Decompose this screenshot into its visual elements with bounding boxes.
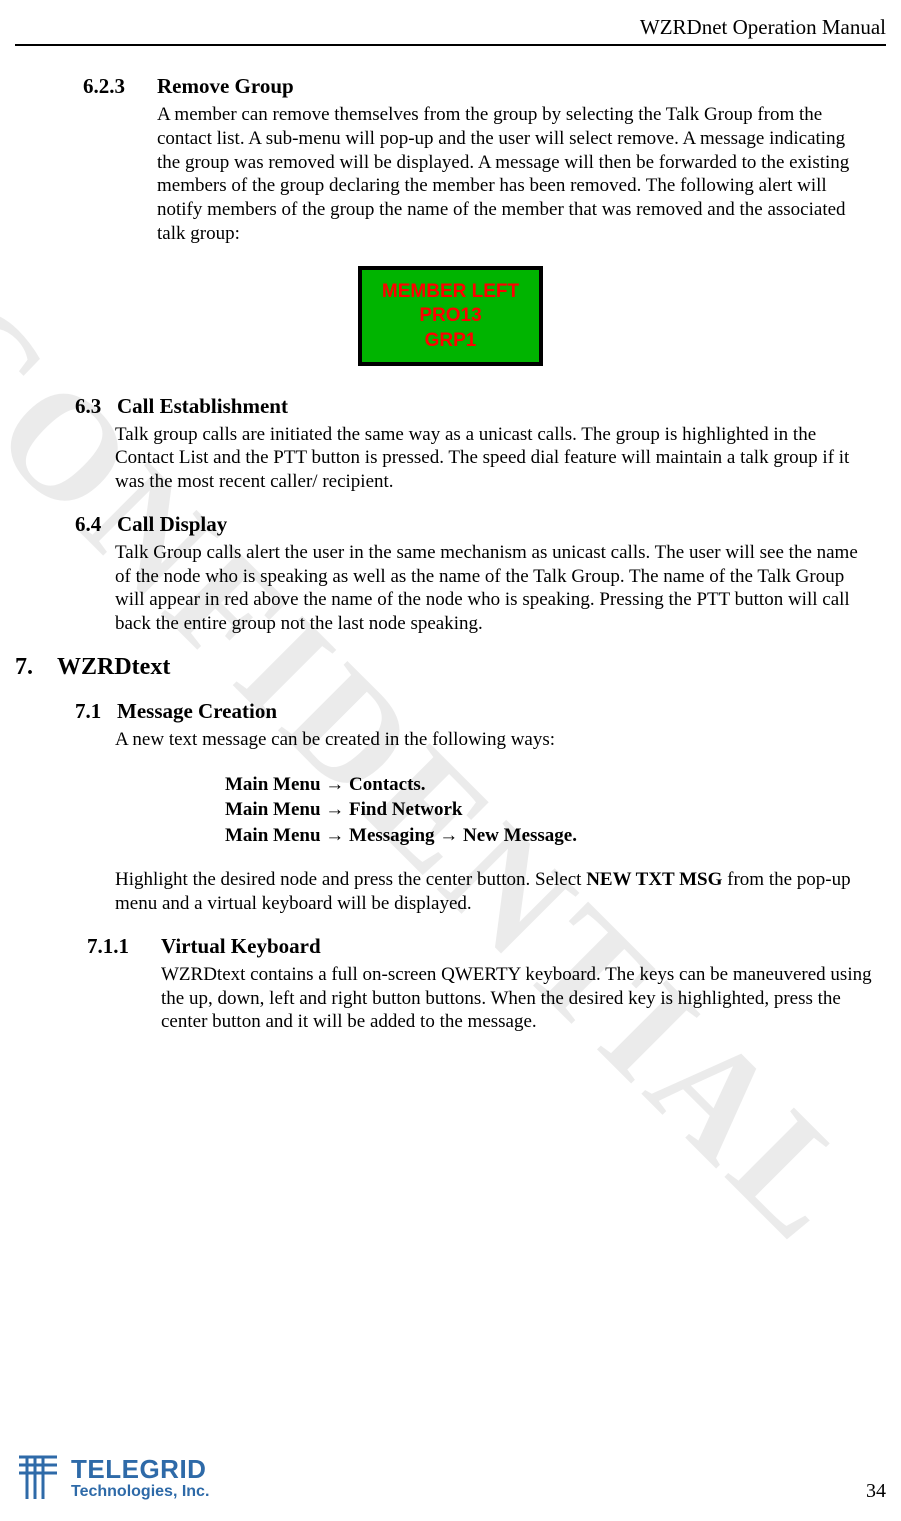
footer: TELEGRID Technologies, Inc. 34 (15, 1451, 886, 1503)
alert-wrapper: MEMBER LEFT PRO13 GRP1 (15, 266, 886, 366)
section-number: 7.1 (75, 699, 117, 724)
menu-paths: Main Menu → Contacts. Main Menu → Find N… (225, 772, 886, 849)
body-6-2-3: A member can remove themselves from the … (157, 103, 871, 246)
content-body: 6.2.3Remove Group A member can remove th… (15, 74, 886, 1034)
menu-path-2: Main Menu → Find Network (225, 797, 886, 823)
body-7-1-1: WZRDtext contains a full on-screen QWERT… (161, 963, 876, 1034)
heading-6-4: 6.4Call Display (75, 512, 886, 537)
body-7-1-a: Highlight the desired node and press the… (115, 869, 586, 890)
telegrid-logo-icon (15, 1451, 61, 1503)
alert-line-1: MEMBER LEFT (382, 280, 519, 305)
logo-text: TELEGRID Technologies, Inc. (71, 1454, 209, 1501)
body-7-1-intro: A new text message can be created in the… (115, 728, 876, 752)
section-number: 7.1.1 (87, 934, 161, 959)
menu-path-1: Main Menu → Contacts. (225, 772, 886, 798)
section-number: 7. (15, 654, 57, 681)
logo-text-top: TELEGRID (71, 1454, 209, 1485)
body-6-4: Talk Group calls alert the user in the s… (115, 541, 876, 636)
logo: TELEGRID Technologies, Inc. (15, 1451, 209, 1503)
section-title: Message Creation (117, 699, 277, 723)
body-6-3: Talk group calls are initiated the same … (115, 423, 876, 494)
alert-line-2: PRO13 (382, 304, 519, 329)
heading-7: 7.WZRDtext (15, 654, 886, 681)
section-title: Call Display (117, 512, 227, 536)
section-number: 6.3 (75, 394, 117, 419)
heading-6-3: 6.3Call Establishment (75, 394, 886, 419)
section-title: Remove Group (157, 74, 294, 98)
header-rule (15, 44, 886, 46)
alert-line-3: GRP1 (382, 329, 519, 354)
section-number: 6.4 (75, 512, 117, 537)
section-title: WZRDtext (57, 654, 170, 680)
body-7-1-bold: NEW TXT MSG (586, 869, 722, 890)
page-container: WZRDnet Operation Manual 6.2.3Remove Gro… (0, 0, 901, 1034)
heading-7-1-1: 7.1.1Virtual Keyboard (87, 934, 886, 959)
header-title: WZRDnet Operation Manual (15, 15, 886, 40)
section-title: Call Establishment (117, 394, 288, 418)
page-number: 34 (866, 1480, 886, 1503)
logo-text-bottom: Technologies, Inc. (71, 1483, 209, 1501)
heading-7-1: 7.1Message Creation (75, 699, 886, 724)
section-number: 6.2.3 (83, 74, 157, 99)
heading-6-2-3: 6.2.3Remove Group (83, 74, 886, 99)
alert-box: MEMBER LEFT PRO13 GRP1 (358, 266, 543, 366)
section-title: Virtual Keyboard (161, 934, 321, 958)
body-7-1-post: Highlight the desired node and press the… (115, 868, 876, 916)
menu-path-3: Main Menu → Messaging → New Message. (225, 823, 886, 849)
